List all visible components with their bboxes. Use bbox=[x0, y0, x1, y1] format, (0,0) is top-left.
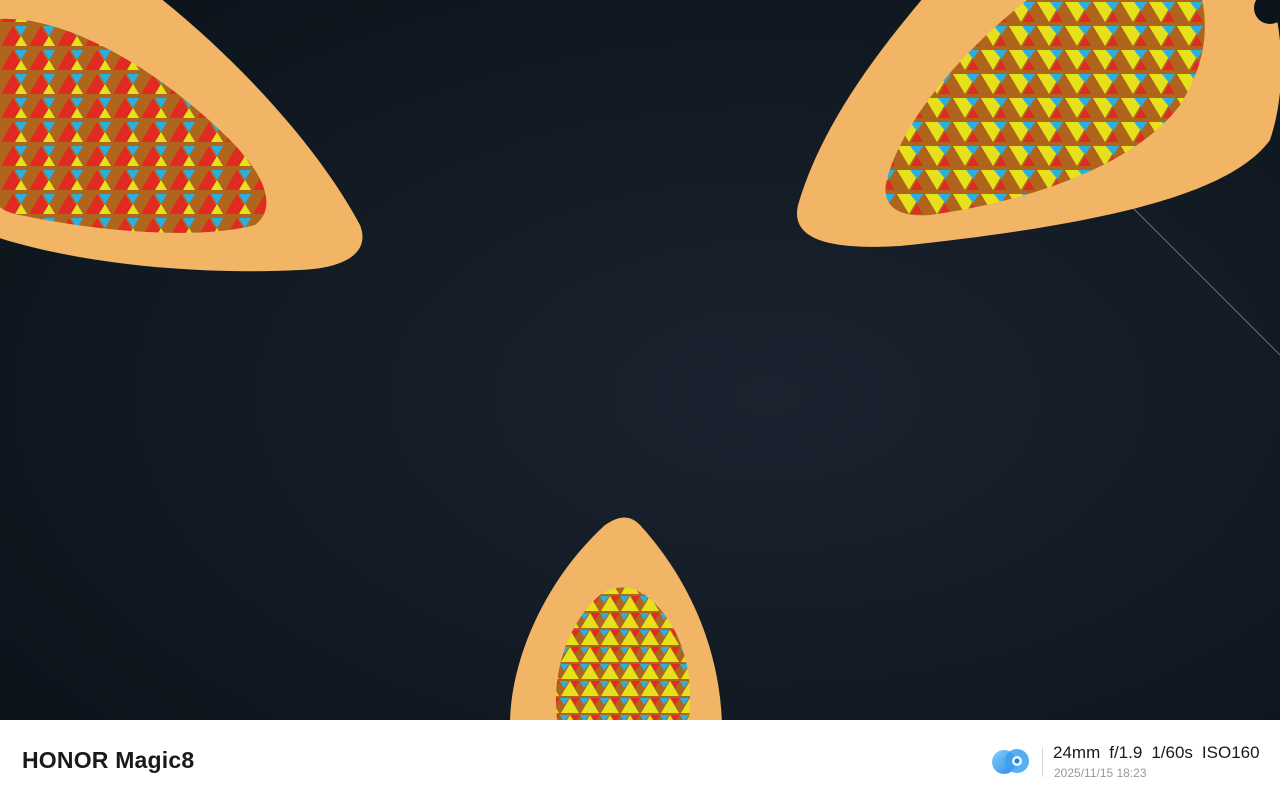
shutter-speed: 1/60s bbox=[1151, 743, 1193, 762]
aperture: f/1.9 bbox=[1109, 743, 1143, 762]
iso: ISO160 bbox=[1201, 743, 1260, 762]
device-brand-label: HONOR Magic8 bbox=[22, 747, 195, 773]
capture-timestamp: 2025/11/15 18:23 bbox=[1054, 766, 1147, 780]
honor-camera-lens-icon bbox=[990, 746, 1032, 776]
divider bbox=[1042, 747, 1043, 777]
camera-watermark-footer: HONOR Magic8 24mm f/1.9 1/60s ISO160 2025/1… bbox=[0, 720, 1280, 802]
focal-length: 24mm bbox=[1053, 743, 1101, 762]
photo-canvas bbox=[0, 0, 1280, 720]
photo bbox=[0, 0, 1280, 720]
exif-info: 24mm f/1.9 1/60s ISO160 bbox=[1053, 743, 1260, 763]
